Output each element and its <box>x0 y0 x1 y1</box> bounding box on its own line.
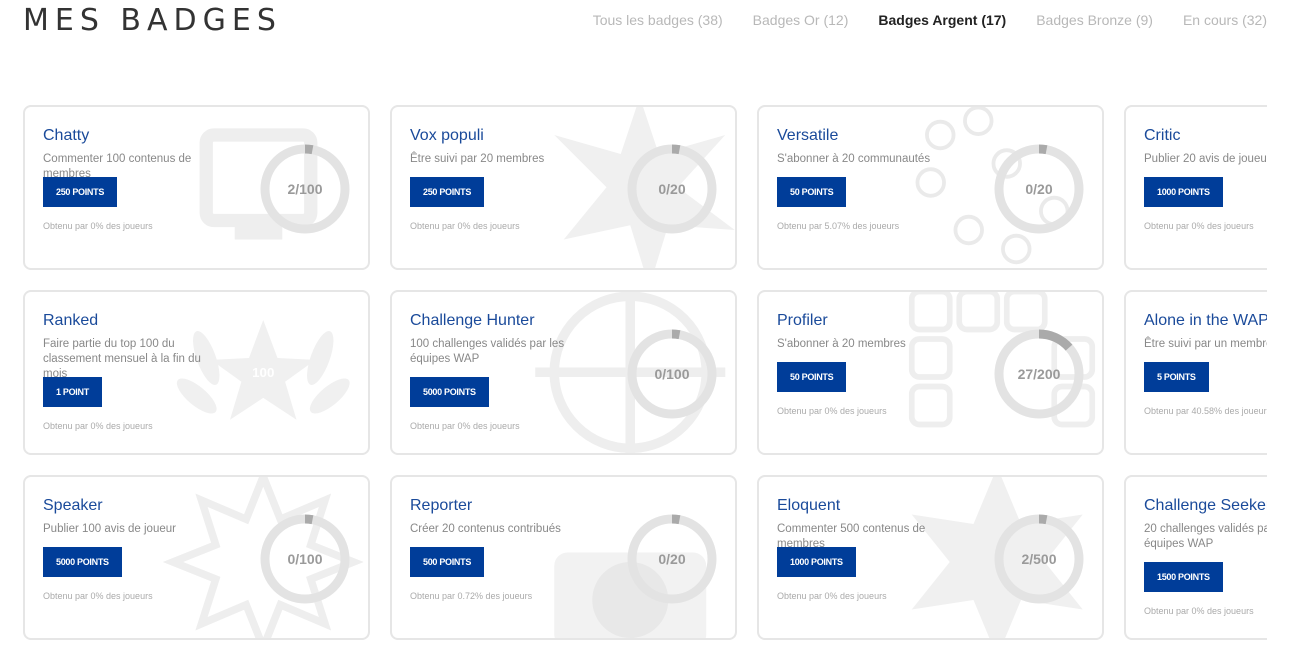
badge-description: Publier 20 avis de joueur <box>1144 153 1267 165</box>
badge-description: Créer 20 contenus contribués <box>410 523 561 535</box>
progress-label: 0/20 <box>658 551 686 567</box>
obtained-percentage: Obtenu par 0% des joueurs <box>1144 221 1254 231</box>
badge-title: Challenge Hunter <box>410 312 535 329</box>
progress-ring: 0/20 <box>989 139 1089 239</box>
obtained-percentage: Obtenu par 5.07% des joueurs <box>777 221 900 231</box>
badge-description: Publier 100 avis de joueur <box>43 523 176 535</box>
points-button[interactable]: 1 POINT <box>43 377 102 407</box>
badge-card[interactable]: Versatile S'abonner à 20 communautés 50 PO… <box>757 105 1104 270</box>
badge-description: Être suivi par un membre <box>1144 338 1267 350</box>
points-button[interactable]: 250 POINTS <box>43 177 118 207</box>
obtained-percentage: Obtenu par 0.72% des joueurs <box>410 591 533 601</box>
obtained-percentage: Obtenu par 0% des joueurs <box>43 421 153 431</box>
badge-title: Chatty <box>43 127 90 144</box>
progress-ring: 0/100 <box>622 324 722 424</box>
badge-description: Être suivi par 20 membres <box>410 153 545 165</box>
points-button[interactable]: 1000 POINTS <box>777 547 856 577</box>
progress-label: 0/20 <box>658 181 686 197</box>
badge-title: Speaker <box>43 497 103 514</box>
obtained-percentage: Obtenu par 0% des joueurs <box>410 221 520 231</box>
badge-title: Versatile <box>777 127 839 144</box>
badge-card[interactable]: 100 Ranked Faire partie du top 100 du clas… <box>23 290 370 455</box>
progress-ring: 2/500 <box>989 509 1089 609</box>
badge-art-label: 100 <box>252 365 274 380</box>
progress-ring: 2/100 <box>255 139 355 239</box>
badge-title: Challenge Seeker <box>1144 497 1267 514</box>
page-title: MES BADGES <box>23 3 282 38</box>
obtained-percentage: Obtenu par 0% des joueurs <box>1144 606 1254 616</box>
tab-gold-badges[interactable]: Badges Or (12) <box>753 12 849 28</box>
badge-card[interactable]: Challenge Seeker 20 challenges validés pa… <box>1124 475 1267 640</box>
badge-filter-tabs: Tous les badges (38) Badges Or (12) Badg… <box>593 12 1267 28</box>
progress-ring: 0/100 <box>255 509 355 609</box>
points-button[interactable]: 1500 POINTS <box>1144 562 1223 592</box>
badge-card[interactable]: Chatty Commenter 100 contenus de membres 2… <box>23 105 370 270</box>
badge-card[interactable]: Critic Publier 20 avis de joueur 1000 POIN… <box>1124 105 1267 270</box>
progress-ring: 27/200 <box>989 324 1089 424</box>
obtained-percentage: Obtenu par 0% des joueurs <box>777 406 887 416</box>
badge-title: Profiler <box>777 312 828 329</box>
progress-label: 27/200 <box>1017 366 1061 382</box>
points-button[interactable]: 1000 POINTS <box>1144 177 1223 207</box>
header: MES BADGES Tous les badges (38) Badges O… <box>0 0 1293 44</box>
badge-title: Critic <box>1144 127 1181 144</box>
tab-bronze-badges[interactable]: Badges Bronze (9) <box>1036 12 1153 28</box>
progress-label: 0/100 <box>654 366 690 382</box>
obtained-percentage: Obtenu par 0% des joueurs <box>43 591 153 601</box>
badge-card[interactable]: Alone in the WAP Être suivi par un membre… <box>1124 290 1267 455</box>
points-button[interactable]: 50 POINTS <box>777 362 847 392</box>
badge-card[interactable]: Eloquent Commenter 500 contenus de membre… <box>757 475 1104 640</box>
points-button[interactable]: 500 POINTS <box>410 547 485 577</box>
badge-description: S'abonner à 20 membres <box>777 338 906 350</box>
badge-card[interactable]: Challenge Hunter 100 challenges validés p… <box>390 290 737 455</box>
points-button[interactable]: 250 POINTS <box>410 177 485 207</box>
progress-label: 2/100 <box>287 181 323 197</box>
obtained-percentage: Obtenu par 0% des joueurs <box>777 591 887 601</box>
tab-silver-badges[interactable]: Badges Argent (17) <box>878 12 1006 28</box>
badge-card[interactable]: Profiler S'abonner à 20 membres 50 POINTS O… <box>757 290 1104 455</box>
badge-title: Vox populi <box>410 127 484 144</box>
badge-card[interactable]: Reporter Créer 20 contenus contribués 500 … <box>390 475 737 640</box>
badge-description: 20 challenges validés par les équipes WA… <box>1144 523 1267 550</box>
points-button[interactable]: 5 POINTS <box>1144 362 1209 392</box>
progress-label: 0/20 <box>1025 181 1053 197</box>
badge-card[interactable]: Speaker Publier 100 avis de joueur 5000 PO… <box>23 475 370 640</box>
badge-title: Ranked <box>43 312 99 329</box>
progress-ring: 0/20 <box>622 509 722 609</box>
badge-card[interactable]: Vox populi Être suivi par 20 membres 250 P… <box>390 105 737 270</box>
progress-ring: 0/20 <box>622 139 722 239</box>
obtained-percentage: Obtenu par 0% des joueurs <box>410 421 520 431</box>
progress-label: 2/500 <box>1021 551 1057 567</box>
badge-description: 100 challenges validés par les équipes W… <box>410 338 565 365</box>
obtained-percentage: Obtenu par 0% des joueurs <box>43 221 153 231</box>
badge-title: Eloquent <box>777 497 841 514</box>
points-button[interactable]: 5000 POINTS <box>43 547 122 577</box>
points-button[interactable]: 5000 POINTS <box>410 377 489 407</box>
points-button[interactable]: 50 POINTS <box>777 177 847 207</box>
badge-grid: Chatty Commenter 100 contenus de membres 2… <box>23 105 1267 640</box>
tab-all-badges[interactable]: Tous les badges (38) <box>593 12 723 28</box>
badge-title: Reporter <box>410 497 473 514</box>
progress-label: 0/100 <box>287 551 323 567</box>
tab-in-progress[interactable]: En cours (32) <box>1183 12 1267 28</box>
badge-title: Alone in the WAP <box>1144 312 1267 329</box>
badges-viewport: Chatty Commenter 100 contenus de membres 2… <box>23 105 1267 658</box>
badge-description: Faire partie du top 100 du classement me… <box>43 338 201 380</box>
obtained-percentage: Obtenu par 40.58% des joueurs <box>1144 406 1267 416</box>
badge-description: S'abonner à 20 communautés <box>777 153 931 165</box>
